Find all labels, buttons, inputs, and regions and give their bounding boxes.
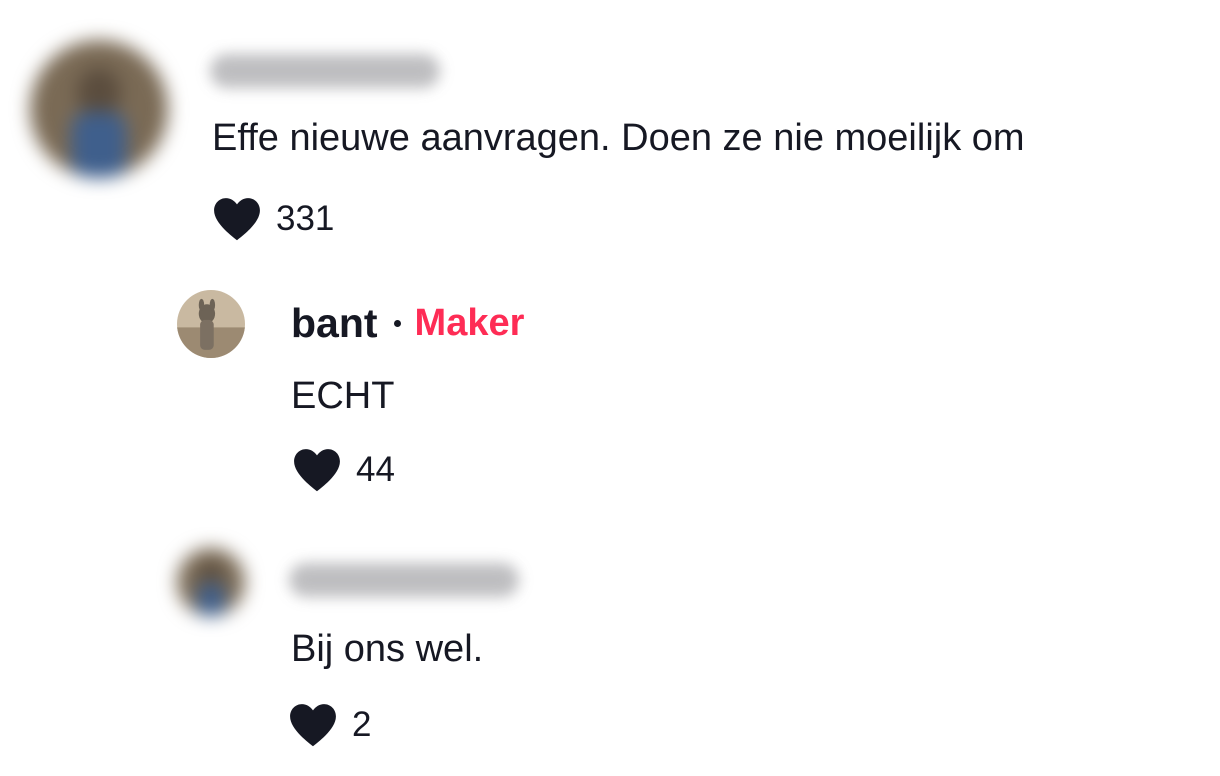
heart-icon bbox=[290, 704, 336, 747]
avatar-image bbox=[177, 548, 245, 616]
like-button[interactable]: 2 bbox=[288, 702, 371, 748]
avatar[interactable] bbox=[30, 40, 168, 178]
heart-icon bbox=[294, 449, 340, 492]
heart-icon bbox=[214, 198, 260, 241]
avatar[interactable] bbox=[177, 548, 245, 616]
author-name-blurred[interactable] bbox=[210, 54, 440, 88]
author-name-blurred[interactable] bbox=[289, 563, 519, 597]
avatar-image bbox=[177, 290, 245, 358]
like-count: 44 bbox=[356, 450, 395, 489]
separator-dot bbox=[393, 320, 401, 327]
comment-text: Effe nieuwe aanvragen. Doen ze nie moeil… bbox=[212, 117, 1025, 159]
avatar[interactable] bbox=[177, 290, 245, 358]
like-count: 331 bbox=[276, 199, 335, 238]
author-name[interactable]: bant bbox=[291, 300, 378, 347]
comment-text: Bij ons wel. bbox=[291, 628, 484, 670]
like-button[interactable]: 331 bbox=[212, 196, 334, 242]
comment-thread: Effe nieuwe aanvragen. Doen ze nie moeil… bbox=[0, 0, 1220, 776]
author-row: bant Maker bbox=[291, 300, 524, 347]
like-count: 2 bbox=[352, 705, 372, 744]
creator-badge: Maker bbox=[414, 302, 525, 344]
like-button[interactable]: 44 bbox=[292, 447, 395, 493]
comment-text: ECHT bbox=[291, 375, 395, 417]
avatar-image bbox=[30, 40, 168, 178]
